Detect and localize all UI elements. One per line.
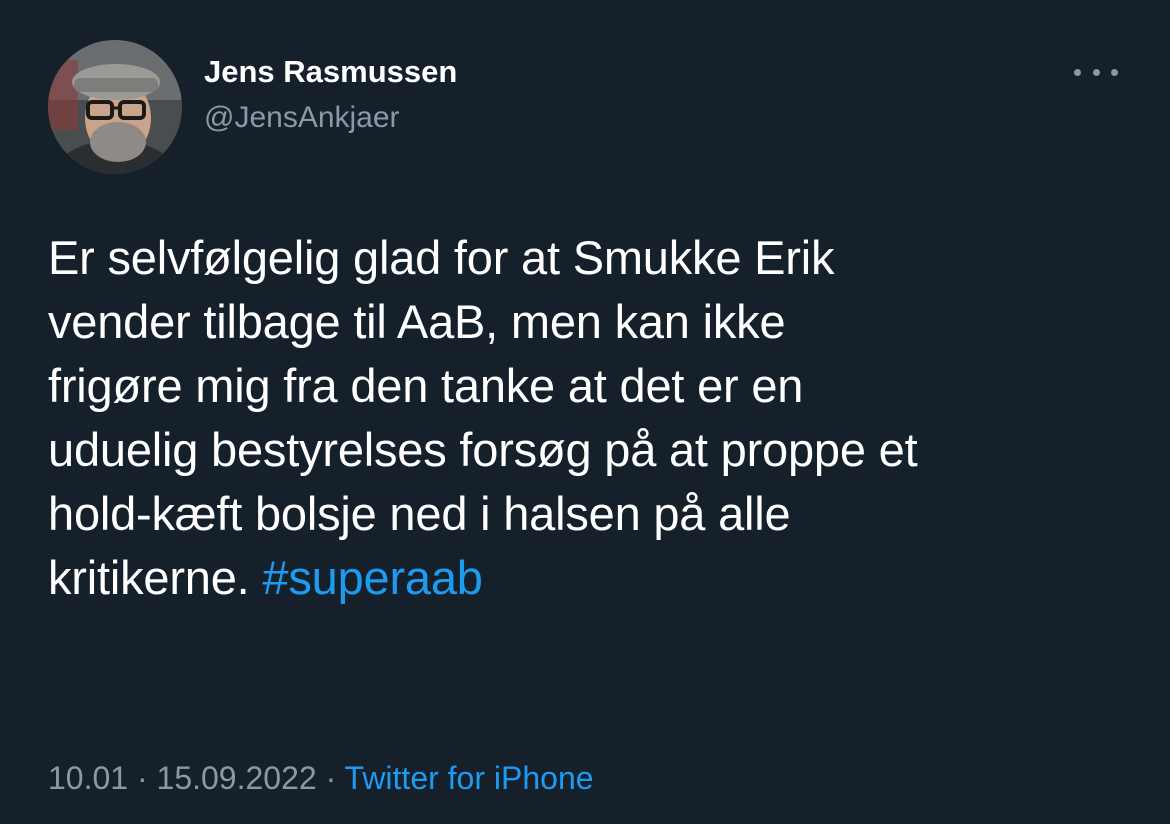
hashtag-link[interactable]: #superaab [262, 551, 483, 604]
separator: · [316, 760, 345, 796]
tweet-text-line: uduelig bestyrelses forsøg på at proppe … [48, 423, 918, 476]
tweet-card: Jens Rasmussen @JensAnkjaer Er selvfølge… [0, 0, 1170, 824]
display-name[interactable]: Jens Rasmussen [204, 52, 457, 92]
more-dot [1111, 68, 1118, 76]
source-link[interactable]: Twitter for iPhone [345, 760, 594, 796]
tweet-time[interactable]: 10.01 [48, 760, 128, 796]
author-info: Jens Rasmussen @JensAnkjaer [204, 52, 457, 138]
tweet-text-line: frigøre mig fra den tanke at det er en [48, 359, 804, 412]
tweet-text-line: Er selvfølgelig glad for at Smukke Erik [48, 231, 835, 284]
tweet-metadata: 10.01 · 15.09.2022 · Twitter for iPhone [48, 756, 594, 800]
tweet-text: Er selvfølgelig glad for at Smukke Erik … [48, 226, 1128, 610]
tweet-text-line: hold-kæft bolsje ned i halsen på alle [48, 487, 791, 540]
tweet-text-last-line: kritikerne. #superaab [48, 546, 1128, 610]
tweet-date[interactable]: 15.09.2022 [157, 760, 317, 796]
tweet-text-line: kritikerne. [48, 551, 263, 604]
user-handle[interactable]: @JensAnkjaer [204, 98, 457, 138]
avatar[interactable] [48, 40, 182, 174]
more-dot [1092, 68, 1100, 76]
more-dot [1074, 68, 1081, 76]
separator: · [128, 760, 157, 796]
more-horizontal-icon[interactable] [1074, 58, 1118, 86]
avatar-image [48, 40, 182, 174]
tweet-text-line: vender tilbage til AaB, men kan ikke [48, 295, 786, 348]
